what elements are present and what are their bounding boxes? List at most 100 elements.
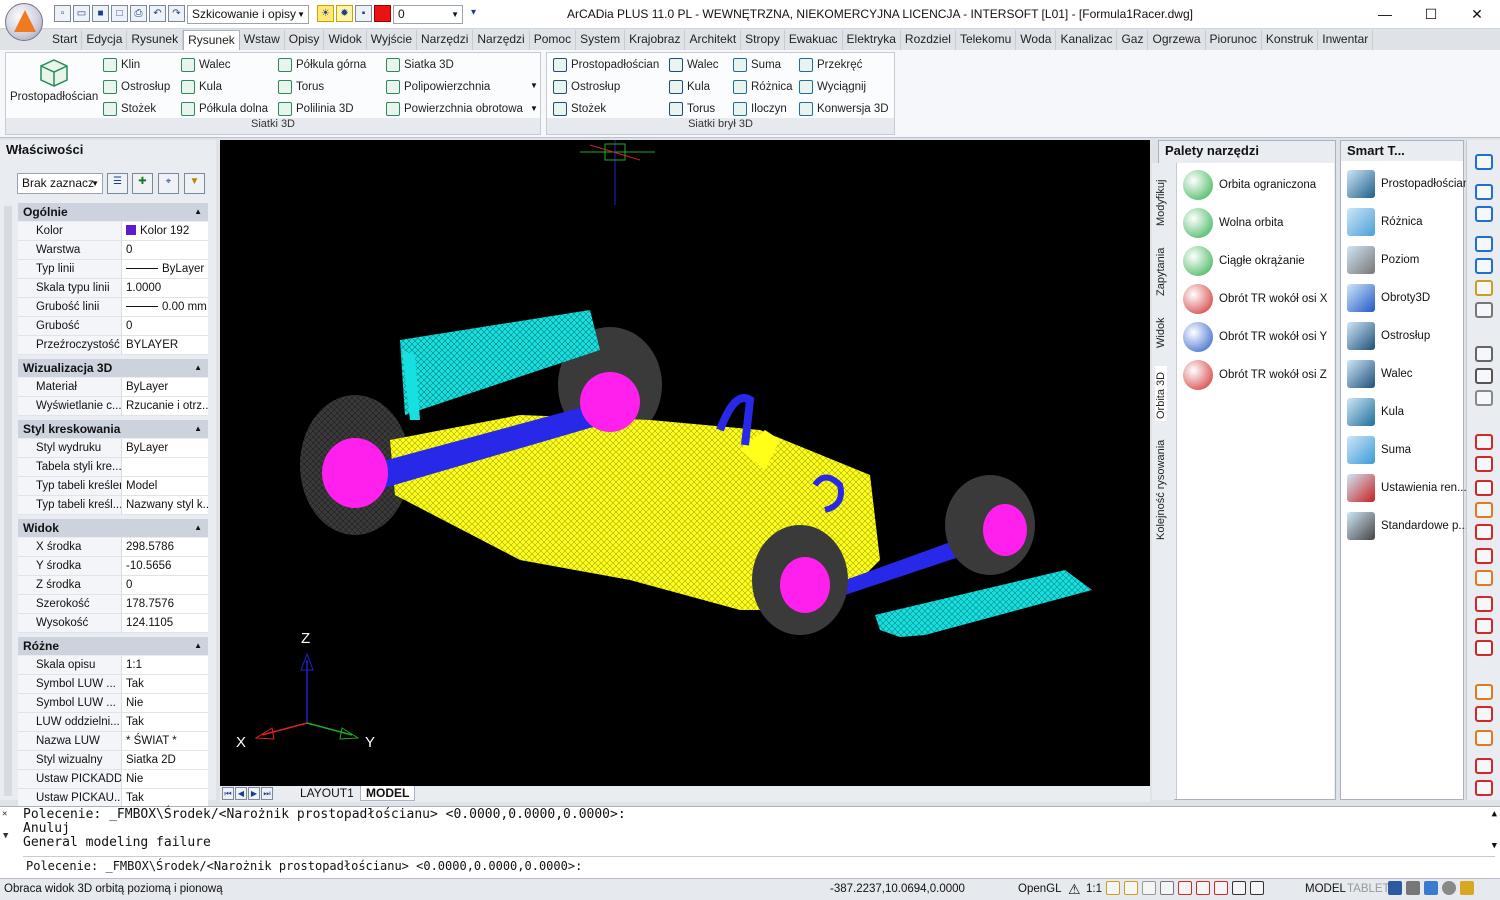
property-value[interactable]: Tak [121,713,208,732]
ribbon-btn-g2_col2-2[interactable]: Torus [669,102,715,116]
smart-item-9[interactable]: Standardowe p... [1347,509,1468,543]
ribbon-btn-g2_col4-0[interactable]: Przekręć [799,58,862,72]
tool-icon[interactable] [1475,502,1493,518]
status-toggle-icon[interactable] [1142,881,1156,895]
property-value[interactable]: 0.00 mm [121,298,208,317]
tool-icon[interactable] [1475,206,1493,222]
collapse-icon[interactable]: ▲ [194,637,202,655]
app-logo[interactable] [5,3,43,41]
tab-24[interactable]: Konstruk [1262,30,1319,50]
tab-18[interactable]: Telekomu [956,30,1017,50]
ribbon-btn-g1_col1-2[interactable]: Stożek [103,102,156,116]
lock-icon[interactable] [1406,881,1420,895]
property-row[interactable]: Skala opisu 1:1 [18,656,208,675]
tab-model[interactable]: MODEL [360,786,416,801]
property-value[interactable]: ByLayer [121,378,208,397]
property-value[interactable]: Nie [121,770,208,789]
last-layout-icon[interactable]: ⏭ [261,787,273,800]
ribbon-btn-g1_col2-0[interactable]: Walec [181,58,231,72]
property-value[interactable]: 178.7576 [121,595,208,614]
property-row[interactable]: Kolor Kolor 192 [18,222,208,241]
properties-scrollbar[interactable] [4,206,12,796]
property-row[interactable]: Grubość 0 [18,317,208,336]
workspace-select[interactable]: Szkicowanie i opisy ▼ [187,5,309,24]
lock-icon[interactable]: ▪ [355,5,372,22]
status-toggle-icon[interactable] [1250,881,1264,895]
tool-icon[interactable] [1475,570,1493,586]
tab-17[interactable]: Rozdziel [901,30,956,50]
ribbon-btn-g2_col2-1[interactable]: Kula [669,80,710,94]
property-value[interactable]: ByLayer [121,439,208,458]
bulb-icon[interactable]: ☀ [317,5,334,22]
smart-item-1[interactable]: Różnica [1347,205,1423,239]
palette-item-0[interactable]: Orbita ograniczona [1183,168,1316,202]
ribbon-btn-g2_col4-1[interactable]: Wyciągnij [799,80,866,94]
chevron-down-icon[interactable]: ▼ [530,104,538,113]
sort-icon[interactable]: ☰ [107,173,128,194]
tab-16[interactable]: Elektryka [843,30,901,50]
ribbon-btn-g2_col1-0[interactable]: Prostopadłościan [553,58,659,72]
maximize-icon[interactable]: ☐ [1408,0,1454,29]
status-toggle-icon[interactable] [1196,881,1210,895]
property-row[interactable]: Tabela styli kre... [18,458,208,477]
annotation-icon[interactable]: ⚠ [1068,881,1081,898]
ribbon-btn-g1_col2-1[interactable]: Kula [181,80,222,94]
ribbon-btn-g1_col3-0[interactable]: Półkula górna [278,58,366,72]
property-value[interactable]: 1.0000 [121,279,208,298]
quick-select-icon[interactable]: ✚ [132,173,153,194]
open-icon[interactable]: ▭ [73,5,90,22]
property-row[interactable]: Y środka -10.5656 [18,557,208,576]
tab-22[interactable]: Ogrzewa [1148,30,1206,50]
smart-item-8[interactable]: Ustawienia ren... [1347,471,1467,505]
ribbon-btn-g1_col1-0[interactable]: Klin [103,58,140,72]
ribbon-btn-g1_col2-2[interactable]: Półkula dolna [181,102,268,116]
property-value[interactable]: Kolor 192 [121,222,208,241]
property-value[interactable]: Model [121,477,208,496]
property-value[interactable]: Nazwany styl k... [121,496,208,515]
status-toggle-icon[interactable] [1124,881,1138,895]
property-value[interactable]: 0 [121,241,208,260]
tab-6[interactable]: Widok [324,30,367,50]
saveas-icon[interactable]: □ [111,5,128,22]
tool-icon[interactable] [1475,280,1493,296]
tab-13[interactable]: Architekt [685,30,742,50]
tool-icon[interactable] [1475,390,1493,406]
ribbon-btn-g2_col2-0[interactable]: Walec [669,58,719,72]
ribbon-btn-g2_col4-2[interactable]: Konwersja 3D [799,102,889,116]
ribbon-btn-g2_col3-0[interactable]: Suma [733,58,781,72]
gear-icon[interactable] [1388,881,1402,895]
status-toggle-icon[interactable] [1106,881,1120,895]
first-layout-icon[interactable]: ⏮ [222,787,234,800]
palette-item-4[interactable]: Obrót TR wokół osi Y [1183,320,1327,354]
tab-7[interactable]: Wyjście [367,30,418,50]
tool-icon[interactable] [1475,730,1493,746]
redo-icon[interactable]: ↷ [168,5,185,22]
property-value[interactable]: 124.1105 [121,614,208,633]
ribbon-btn-g1_col1-1[interactable]: Ostrosłup [103,80,170,94]
tab-1[interactable]: Edycja [82,30,128,50]
tab-15[interactable]: Ewakuac [785,30,843,50]
property-row[interactable]: Styl wydruku ByLayer [18,439,208,458]
select-objects-icon[interactable]: ⌖ [158,173,179,194]
filter-icon[interactable]: ▼ [184,173,205,194]
property-value[interactable]: Tak [121,675,208,694]
palette-item-5[interactable]: Obrót TR wokół osi Z [1183,358,1327,392]
vtab-draw-order[interactable]: Kolejność rysowania [1155,435,1167,540]
property-value[interactable]: 298.5786 [121,538,208,557]
print-icon[interactable]: ⎙ [130,5,147,22]
property-value[interactable]: * ŚWIAT * [121,732,208,751]
clean-screen-icon[interactable] [1442,881,1456,895]
property-row[interactable]: Przeźroczystość BYLAYER [18,336,208,355]
property-row[interactable]: Materiał ByLayer [18,378,208,397]
status-toggle-icon[interactable] [1178,881,1192,895]
ribbon-btn-g2_col1-2[interactable]: Stożek [553,102,606,116]
smart-item-7[interactable]: Suma [1347,433,1411,467]
collapse-icon[interactable]: ▲ [194,420,202,438]
box-big-button[interactable]: Prostopadłościan [10,57,98,103]
tool-icon[interactable] [1475,706,1493,722]
smart-item-5[interactable]: Walec [1347,357,1413,391]
status-toggle-icon[interactable] [1160,881,1174,895]
ribbon-btn-g1_col4-1[interactable]: Polipowierzchnia [386,80,490,94]
close-icon[interactable]: ✕ [2,809,7,819]
property-row[interactable]: Wyświetlanie c... Rzucanie i otrz... [18,397,208,416]
